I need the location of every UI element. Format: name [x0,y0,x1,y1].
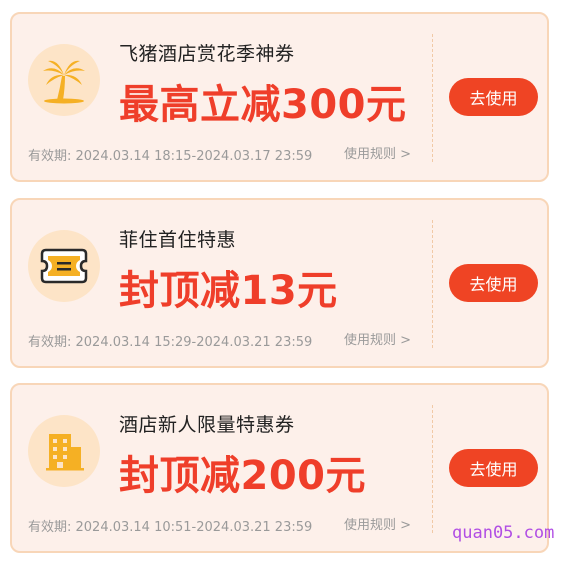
ticket-icon [28,230,100,302]
usage-rules-link[interactable]: 使用规则 > [344,143,411,162]
dashed-divider [432,405,433,533]
coupon-amount: 封顶减200元 [119,453,366,499]
hotel-building-icon [28,415,100,487]
coupon-title: 飞猪酒店赏花季神券 [119,43,295,65]
coupon-amount: 封顶减13元 [119,268,338,314]
coupon-validity: 有效期: 2024.03.14 18:15-2024.03.17 23:59 [28,149,313,164]
coupon-amount: 最高立减300元 [119,82,407,128]
use-coupon-button[interactable]: 去使用 [449,264,538,302]
coupon-title: 酒店新人限量特惠券 [119,414,295,436]
coupon-title: 菲住首住特惠 [119,229,237,251]
dashed-divider [432,34,433,162]
coupon-validity: 有效期: 2024.03.14 10:51-2024.03.21 23:59 [28,520,313,535]
dashed-divider [432,220,433,348]
site-watermark: quan05.com [452,523,555,543]
coupon-card: 菲住首住特惠 封顶减13元 有效期: 2024.03.14 15:29-2024… [10,198,549,368]
coupon-card: 飞猪酒店赏花季神券 最高立减300元 有效期: 2024.03.14 18:15… [10,12,549,182]
coupon-validity: 有效期: 2024.03.14 15:29-2024.03.21 23:59 [28,335,313,350]
usage-rules-link[interactable]: 使用规则 > [344,329,411,348]
palm-tree-icon [28,44,100,116]
use-coupon-button[interactable]: 去使用 [449,78,538,116]
usage-rules-link[interactable]: 使用规则 > [344,514,411,533]
use-coupon-button[interactable]: 去使用 [449,449,538,487]
